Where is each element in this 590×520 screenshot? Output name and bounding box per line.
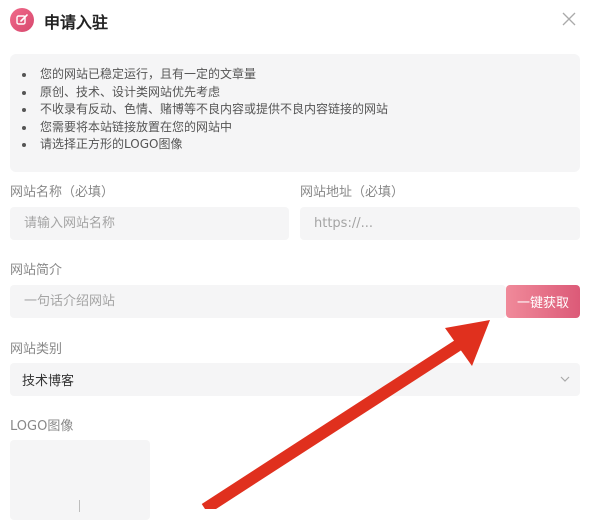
site-url-field[interactable] (300, 207, 580, 240)
site-category-value: 技术博客 (22, 374, 75, 389)
site-name-field[interactable] (10, 207, 289, 240)
notice-item: 您需要将本站链接放置在您的网站中 (22, 119, 580, 137)
notice-item: 原创、技术、设计类网站优先考虑 (22, 84, 580, 102)
requirements-notice: 您的网站已稳定运行，且有一定的文章量 原创、技术、设计类网站优先考虑 不收录有反… (10, 54, 580, 172)
auto-fetch-button[interactable]: 一键获取 (506, 285, 580, 318)
site-name-input[interactable] (22, 215, 277, 232)
edit-icon (10, 8, 34, 32)
site-intro-field[interactable] (10, 285, 506, 318)
site-category-label: 网站类别 (10, 342, 63, 357)
chevron-down-icon (560, 376, 570, 382)
notice-item: 您的网站已稳定运行，且有一定的文章量 (22, 66, 580, 84)
site-category-select[interactable]: 技术博客 (10, 363, 580, 396)
site-url-input[interactable] (312, 215, 568, 232)
dialog-title: 申请入驻 (44, 13, 109, 32)
site-intro-label: 网站简介 (10, 263, 63, 278)
close-icon[interactable] (560, 10, 578, 28)
dialog-header: 申请入驻 (0, 0, 590, 40)
site-url-label: 网站地址（必填） (300, 185, 405, 200)
logo-upload-area[interactable] (10, 440, 150, 520)
notice-item: 请选择正方形的LOGO图像 (22, 136, 580, 154)
site-name-label: 网站名称（必填） (10, 185, 115, 200)
logo-label: LOGO图像 (10, 419, 74, 434)
site-intro-input[interactable] (22, 293, 494, 310)
upload-plus-icon (79, 500, 80, 512)
notice-item: 不收录有反动、色情、赌博等不良内容或提供不良内容链接的网站 (22, 101, 580, 119)
